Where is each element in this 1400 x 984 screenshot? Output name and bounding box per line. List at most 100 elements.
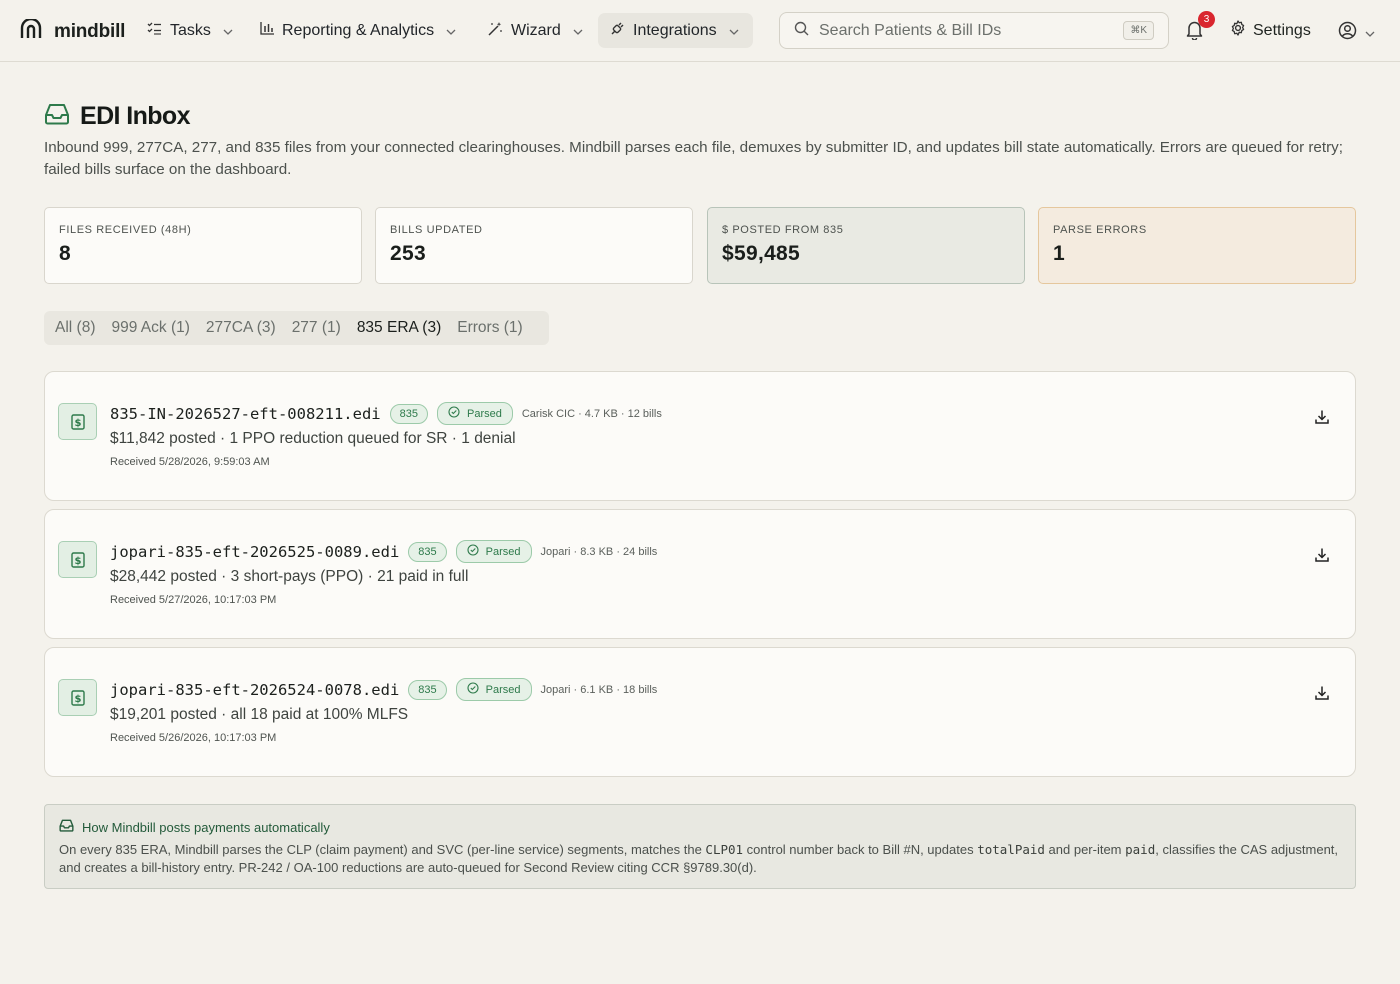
tab-277ca[interactable]: 277CA (3) [206, 319, 276, 337]
svg-text:$: $ [74, 418, 81, 429]
search-shortcut: ⌘K [1123, 21, 1154, 40]
receipt-icon: $ [58, 403, 97, 440]
brand[interactable]: mindbill [20, 17, 126, 44]
inbox-icon [44, 103, 70, 130]
status-badge: Parsed [455, 678, 532, 701]
file-name[interactable]: jopari-835-eft-2026524-0078.edi [110, 681, 399, 699]
file-card[interactable]: $ jopari-835-eft-2026524-0078.edi 835 Pa… [44, 647, 1356, 777]
chevron-down-icon [446, 22, 456, 40]
chevron-down-icon [223, 22, 233, 40]
file-meta: Carisk CIC · 4.7 KB · 12 bills [521, 407, 662, 420]
info-code: totalPaid [977, 842, 1045, 857]
checklist-icon [147, 22, 162, 40]
stat-label: FILES RECEIVED (48H) [59, 224, 192, 236]
check-circle-icon [448, 406, 460, 421]
info-body: On every 835 ERA, Mindbill parses the CL… [59, 841, 1341, 877]
search-input[interactable]: Search Patients & Bill IDs ⌘K [779, 12, 1169, 49]
file-meta: Jopari · 6.1 KB · 18 bills [540, 683, 658, 696]
status-label: Parsed [485, 683, 521, 696]
file-type-badge: 835 [408, 679, 447, 700]
nav-wizard-label: Wizard [511, 21, 561, 39]
nav-integrations-label: Integrations [633, 21, 717, 39]
file-received: Received 5/27/2026, 10:17:03 PM [110, 594, 277, 606]
info-title: How Mindbill posts payments automaticall… [59, 819, 1341, 835]
settings-button[interactable]: Settings [1230, 20, 1311, 41]
search-placeholder: Search Patients & Bill IDs [819, 21, 1002, 39]
nav-integrations[interactable]: Integrations [598, 13, 753, 48]
user-menu[interactable] [1338, 21, 1375, 45]
status-badge: Parsed [455, 540, 532, 563]
receipt-icon: $ [58, 679, 97, 716]
file-received: Received 5/26/2026, 10:17:03 PM [110, 732, 277, 744]
stat-parse-errors: PARSE ERRORS 1 [1038, 207, 1356, 284]
stat-posted-from-835: $ POSTED FROM 835 $59,485 [707, 207, 1025, 284]
page-description: Inbound 999, 277CA, 277, and 835 files f… [44, 139, 1343, 178]
info-text: On every 835 ERA, Mindbill parses the CL… [59, 842, 706, 857]
chevron-down-icon [573, 22, 583, 40]
tab-all[interactable]: All (8) [55, 319, 95, 337]
magic-wand-icon [488, 21, 503, 41]
file-received: Received 5/28/2026, 9:59:03 AM [110, 456, 270, 468]
filter-tabs: All (8) 999 Ack (1) 277CA (3) 277 (1) 83… [44, 311, 549, 345]
info-code: CLP01 [705, 842, 744, 857]
file-summary: $19,201 posted · all 18 paid at 100% MLF… [110, 706, 409, 723]
file-card[interactable]: $ jopari-835-eft-2026525-0089.edi 835 Pa… [44, 509, 1356, 639]
stat-value: 8 [59, 242, 71, 265]
info-title-text: How Mindbill posts payments automaticall… [82, 819, 330, 835]
gear-icon [1230, 20, 1246, 41]
plug-icon [610, 21, 625, 41]
download-icon[interactable] [1314, 685, 1330, 706]
download-icon[interactable] [1314, 547, 1330, 568]
tab-835-era[interactable]: 835 ERA (3) [357, 319, 441, 337]
stat-label: PARSE ERRORS [1053, 224, 1147, 236]
file-type-badge: 835 [389, 403, 428, 424]
stat-value: 1 [1053, 242, 1065, 265]
stat-value: $59,485 [722, 242, 801, 265]
file-card[interactable]: $ 835-IN-2026527-eft-008211.edi 835 Pars… [44, 371, 1356, 501]
stat-bills-updated: BILLS UPDATED 253 [375, 207, 693, 284]
check-circle-icon [467, 682, 479, 697]
search-icon [794, 21, 809, 41]
nav-tasks[interactable]: Tasks [135, 13, 245, 48]
receipt-icon: $ [58, 541, 97, 578]
nav-reporting-analytics[interactable]: Reporting & Analytics [248, 13, 468, 48]
stat-value: 253 [390, 242, 426, 265]
chevron-down-icon [1365, 24, 1375, 42]
file-name[interactable]: 835-IN-2026527-eft-008211.edi [110, 405, 381, 423]
tab-277[interactable]: 277 (1) [292, 319, 341, 337]
nav-reporting-label: Reporting & Analytics [282, 21, 435, 39]
stat-label: $ POSTED FROM 835 [722, 224, 844, 236]
info-text: and per-item [1044, 842, 1126, 857]
stat-label: BILLS UPDATED [390, 224, 483, 236]
page-title: EDI Inbox [80, 102, 190, 130]
top-nav: mindbill Tasks Reporting & Analytics Wiz… [0, 0, 1400, 62]
file-name[interactable]: jopari-835-eft-2026525-0089.edi [110, 543, 399, 561]
nav-wizard[interactable]: Wizard [476, 13, 595, 48]
mindbill-logo-icon [20, 17, 42, 44]
info-text: control number back to Bill #N, updates [743, 842, 978, 857]
file-summary: $11,842 posted · 1 PPO reduction queued … [110, 430, 516, 447]
settings-label: Settings [1253, 21, 1311, 39]
file-meta: Jopari · 8.3 KB · 24 bills [540, 545, 658, 558]
status-label: Parsed [485, 545, 521, 558]
status-label: Parsed [466, 407, 502, 420]
tab-999-ack[interactable]: 999 Ack (1) [111, 319, 189, 337]
bar-chart-icon [260, 21, 274, 40]
nav-tasks-label: Tasks [170, 21, 211, 39]
brand-name: mindbill [54, 20, 126, 42]
download-icon[interactable] [1314, 409, 1330, 430]
user-circle-icon [1338, 21, 1357, 45]
info-code: paid [1125, 842, 1156, 857]
chevron-down-icon [729, 22, 739, 40]
file-summary: $28,442 posted · 3 short-pays (PPO) · 21… [110, 568, 469, 585]
svg-text:$: $ [74, 694, 81, 705]
page-header: EDI Inbox [44, 102, 190, 131]
status-badge: Parsed [436, 402, 513, 425]
tab-errors[interactable]: Errors (1) [457, 319, 522, 337]
check-circle-icon [467, 544, 479, 559]
svg-text:$: $ [74, 556, 81, 567]
file-type-badge: 835 [408, 541, 447, 562]
info-panel: How Mindbill posts payments automaticall… [44, 804, 1356, 889]
stat-files-received: FILES RECEIVED (48H) 8 [44, 207, 362, 284]
notification-count-badge: 3 [1198, 11, 1215, 28]
